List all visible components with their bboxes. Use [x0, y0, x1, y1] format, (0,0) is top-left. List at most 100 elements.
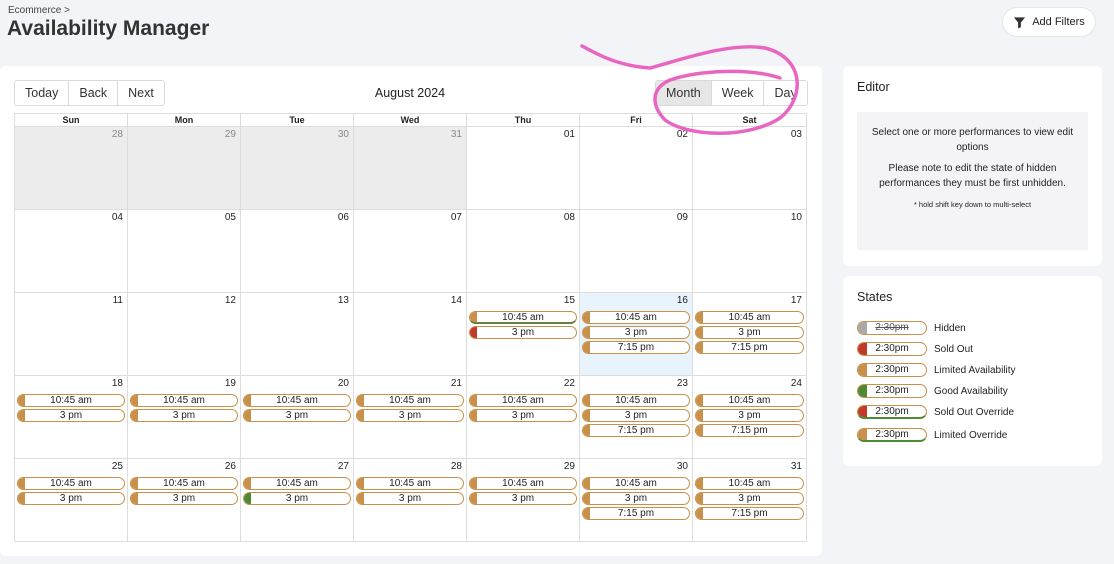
day-cell[interactable]: 29 10:45 am 3 pm: [467, 459, 580, 542]
day-cell[interactable]: 26 10:45 am 3 pm: [128, 459, 241, 542]
performance-event[interactable]: 3 pm: [469, 326, 577, 339]
day-number[interactable]: 19: [225, 378, 236, 389]
day-number[interactable]: 01: [564, 129, 575, 140]
performance-event[interactable]: 3 pm: [356, 409, 464, 422]
day-number[interactable]: 26: [225, 461, 236, 472]
performance-event[interactable]: 3 pm: [243, 409, 351, 422]
day-cell[interactable]: 10: [693, 210, 806, 292]
day-cell[interactable]: 19 10:45 am 3 pm: [128, 376, 241, 458]
day-number[interactable]: 22: [564, 378, 575, 389]
day-cell[interactable]: 04: [15, 210, 128, 292]
day-number[interactable]: 23: [677, 378, 688, 389]
performance-event[interactable]: 10:45 am: [243, 394, 351, 407]
day-cell[interactable]: 05: [128, 210, 241, 292]
back-button[interactable]: Back: [69, 81, 119, 105]
day-cell[interactable]: 27 10:45 am 3 pm: [241, 459, 354, 542]
day-cell[interactable]: 06: [241, 210, 354, 292]
performance-event[interactable]: 10:45 am: [17, 394, 125, 407]
day-cell[interactable]: 30 10:45 am 3 pm 7:15 pm: [580, 459, 693, 542]
day-number[interactable]: 11: [113, 295, 123, 306]
day-cell[interactable]: 20 10:45 am 3 pm: [241, 376, 354, 458]
performance-event[interactable]: 3 pm: [582, 326, 690, 339]
day-number[interactable]: 07: [451, 212, 462, 223]
day-number[interactable]: 24: [791, 378, 802, 389]
day-number[interactable]: 28: [112, 129, 123, 140]
performance-event[interactable]: 7:15 pm: [695, 341, 804, 354]
day-cell[interactable]: 22 10:45 am 3 pm: [467, 376, 580, 458]
performance-event[interactable]: 10:45 am: [17, 477, 125, 490]
performance-event[interactable]: 10:45 am: [582, 477, 690, 490]
day-cell[interactable]: 08: [467, 210, 580, 292]
day-number[interactable]: 30: [338, 129, 349, 140]
performance-event[interactable]: 10:45 am: [582, 311, 690, 324]
day-number[interactable]: 21: [451, 378, 462, 389]
day-cell[interactable]: 18 10:45 am 3 pm: [15, 376, 128, 458]
day-number[interactable]: 17: [791, 295, 802, 306]
performance-event[interactable]: 7:15 pm: [582, 424, 690, 437]
day-cell[interactable]: 02: [580, 127, 693, 209]
day-cell[interactable]: 12: [128, 293, 241, 375]
performance-event[interactable]: 10:45 am: [695, 394, 804, 407]
day-cell[interactable]: 28 10:45 am 3 pm: [354, 459, 467, 542]
day-number[interactable]: 09: [677, 212, 688, 223]
performance-event[interactable]: 7:15 pm: [695, 424, 804, 437]
performance-event[interactable]: 3 pm: [130, 492, 238, 505]
day-cell[interactable]: 31: [354, 127, 467, 209]
performance-event[interactable]: 10:45 am: [695, 311, 804, 324]
day-number[interactable]: 20: [338, 378, 349, 389]
performance-event[interactable]: 3 pm: [695, 326, 804, 339]
day-number[interactable]: 31: [451, 129, 462, 140]
performance-event[interactable]: 10:45 am: [582, 394, 690, 407]
day-number[interactable]: 25: [112, 461, 123, 472]
performance-event[interactable]: 10:45 am: [356, 394, 464, 407]
day-number[interactable]: 08: [564, 212, 575, 223]
day-cell[interactable]: 15 10:45 am 3 pm: [467, 293, 580, 375]
breadcrumb[interactable]: Ecommerce >: [8, 5, 70, 16]
add-filters-button[interactable]: Add Filters: [1003, 8, 1095, 36]
week-view-button[interactable]: Week: [711, 81, 765, 105]
day-cell[interactable]: 14: [354, 293, 467, 375]
day-number[interactable]: 30: [677, 461, 688, 472]
day-cell[interactable]: 16 10:45 am 3 pm 7:15 pm: [580, 293, 693, 375]
day-number[interactable]: 06: [338, 212, 349, 223]
performance-event[interactable]: 7:15 pm: [582, 341, 690, 354]
day-number[interactable]: 27: [338, 461, 349, 472]
next-button[interactable]: Next: [118, 81, 164, 105]
day-number[interactable]: 04: [112, 212, 123, 223]
day-number[interactable]: 15: [564, 295, 575, 306]
performance-event[interactable]: 3 pm: [695, 492, 804, 505]
performance-event[interactable]: 10:45 am: [130, 477, 238, 490]
day-number[interactable]: 16: [677, 295, 688, 306]
day-number[interactable]: 10: [791, 212, 802, 223]
day-cell[interactable]: 25 10:45 am 3 pm: [15, 459, 128, 542]
performance-event[interactable]: 10:45 am: [469, 477, 577, 490]
performance-event[interactable]: 10:45 am: [243, 477, 351, 490]
day-cell[interactable]: 17 10:45 am 3 pm 7:15 pm: [693, 293, 806, 375]
day-cell[interactable]: 03: [693, 127, 806, 209]
day-cell[interactable]: 07: [354, 210, 467, 292]
performance-event[interactable]: 10:45 am: [469, 394, 577, 407]
performance-event[interactable]: 3 pm: [17, 409, 125, 422]
day-cell[interactable]: 11: [15, 293, 128, 375]
performance-event[interactable]: 3 pm: [130, 409, 238, 422]
performance-event[interactable]: 10:45 am: [356, 477, 464, 490]
performance-event[interactable]: 3 pm: [469, 492, 577, 505]
day-number[interactable]: 29: [225, 129, 236, 140]
performance-event[interactable]: 3 pm: [695, 409, 804, 422]
day-cell[interactable]: 09: [580, 210, 693, 292]
performance-event[interactable]: 10:45 am: [469, 311, 577, 324]
day-cell[interactable]: 24 10:45 am 3 pm 7:15 pm: [693, 376, 806, 458]
day-number[interactable]: 31: [791, 461, 802, 472]
day-number[interactable]: 02: [677, 129, 688, 140]
performance-event[interactable]: 3 pm: [356, 492, 464, 505]
performance-event[interactable]: 7:15 pm: [695, 507, 804, 520]
performance-event[interactable]: 3 pm: [17, 492, 125, 505]
day-number[interactable]: 03: [791, 129, 802, 140]
day-cell[interactable]: 21 10:45 am 3 pm: [354, 376, 467, 458]
day-number[interactable]: 29: [564, 461, 575, 472]
day-cell[interactable]: 29: [128, 127, 241, 209]
month-view-button[interactable]: Month: [656, 81, 712, 105]
today-button[interactable]: Today: [15, 81, 70, 105]
day-cell[interactable]: 28: [15, 127, 128, 209]
performance-event[interactable]: 3 pm: [582, 409, 690, 422]
